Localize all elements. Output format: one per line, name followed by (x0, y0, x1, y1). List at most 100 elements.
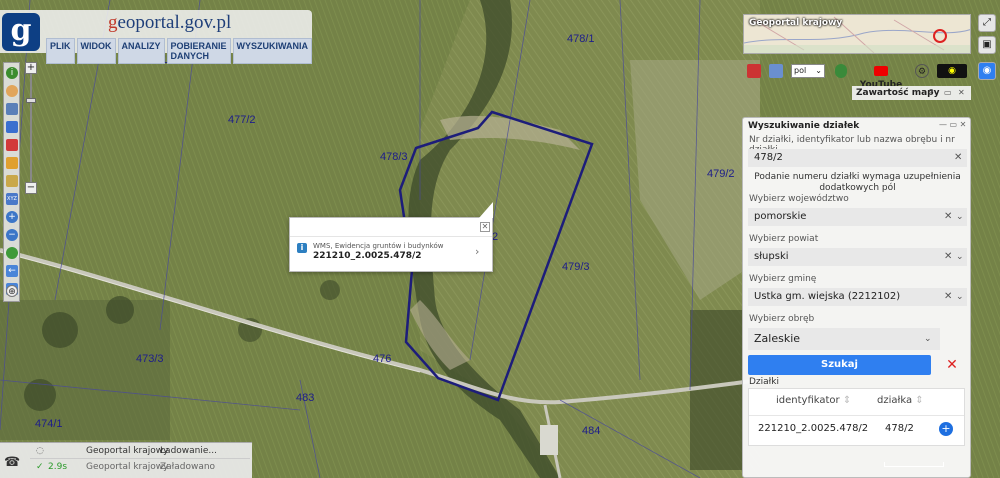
legend-icon[interactable] (6, 103, 18, 115)
site-title-prefix: g (108, 12, 118, 33)
panel-window-controls[interactable]: — ▭ ✕ (939, 120, 966, 129)
chevron-down-icon[interactable]: ⌄ (956, 248, 964, 266)
feature-info-popup: ✕ i WMS, Ewidencja gruntów i budynków 22… (289, 202, 493, 272)
parcel-id-input[interactable]: 478/2 ✕ (748, 149, 967, 167)
minimize-icon[interactable]: ▭ (944, 86, 952, 100)
measure-icon[interactable] (6, 175, 18, 187)
menu-wyszukiwania[interactable]: WYSZUKIWANIA (232, 38, 313, 64)
eye-icon[interactable]: ◉ (978, 62, 996, 80)
language-select[interactable]: pol ⌄ (791, 64, 825, 78)
site-title: geoportal.gov.pl (108, 12, 231, 34)
precinct-value: Zaleskie (754, 332, 801, 345)
popup-result-row[interactable]: i WMS, Ewidencja gruntów i budynków 2212… (290, 236, 492, 270)
parcel-label: 473/3 (136, 353, 164, 365)
status-source: Geoportal krajowy (86, 462, 169, 472)
sort-icon[interactable]: ⇕ (843, 395, 851, 406)
chevron-right-icon[interactable]: › (475, 245, 479, 258)
close-icon[interactable]: ✕ (480, 222, 490, 232)
right-button-column: ⤢ ▣ ◉ (978, 14, 996, 80)
municipality-select[interactable]: Ustka gm. wiejska (2212102) ✕ ⌄ (748, 288, 967, 306)
table-divider (749, 415, 964, 416)
clear-icon[interactable]: ✕ (944, 208, 952, 226)
zoom-out-icon[interactable]: − (6, 229, 18, 241)
map-contents-title: Zawartość mapy (856, 88, 940, 98)
menu-analizy[interactable]: ANALIZY (117, 38, 165, 64)
precinct-label: Wybierz obręb (749, 314, 815, 324)
map-contents-header[interactable]: Zawartość mapy ? ▭ ✕ (852, 86, 971, 100)
results-label: Działki (749, 377, 779, 387)
clear-icon[interactable]: ✕ (944, 248, 952, 266)
menu-plik[interactable]: PLIK (46, 38, 75, 64)
loading-status-panel: ☎ ◌ Geoportal krajowy Ładowanie... ✓ 2.9… (0, 442, 252, 478)
panel-title: Wyszukiwanie działek (748, 121, 860, 131)
pencil-icon[interactable] (6, 157, 18, 169)
geoportal-logo[interactable]: g (2, 13, 40, 51)
back-arrow-icon[interactable]: ← (6, 265, 18, 277)
window-icon[interactable]: ▣ (978, 36, 996, 54)
popup-value: 221210_2.0025.478/2 (313, 251, 422, 261)
results-table: identyfikator ⇕ działka ⇕ 221210_2.0025.… (748, 388, 965, 446)
hand-icon[interactable] (6, 85, 18, 97)
print-icon[interactable] (6, 139, 18, 151)
table-cell-identyfikator[interactable]: 221210_2.0025.478/2 (758, 423, 868, 434)
app-header: g geoportal.gov.pl PLIK WIDOK ANALIZY PO… (0, 10, 313, 64)
check-icon: ✓ (36, 462, 44, 472)
clear-icon[interactable]: ✕ (944, 288, 952, 306)
zoom-in-icon[interactable]: + (6, 211, 18, 223)
gear-icon[interactable]: ⚙ (915, 64, 929, 78)
search-button[interactable]: Szukaj (748, 355, 931, 375)
site-title-rest: eoportal.gov.pl (117, 12, 232, 33)
youtube-icon[interactable]: YouTube (855, 64, 907, 90)
image-icon[interactable] (769, 64, 783, 78)
parcel-label: 483 (296, 392, 315, 404)
table-cell-dzialka[interactable]: 478/2 (885, 423, 914, 434)
column-header-label: identyfikator (776, 395, 840, 406)
zoom-handle[interactable] (26, 98, 36, 103)
status-divider (30, 458, 250, 459)
xyz-icon[interactable]: XYZ (6, 193, 18, 205)
chevron-down-icon[interactable]: ⌄ (956, 288, 964, 306)
precinct-select[interactable]: Zaleskie ⌄ (748, 328, 940, 350)
language-value: pol (794, 66, 807, 75)
select-icon[interactable] (6, 121, 18, 133)
accessibility-icon[interactable]: ◉ (937, 64, 967, 78)
zoom-slider[interactable]: + − (25, 62, 37, 194)
parcel-label: 478/3 (380, 151, 408, 163)
status-state: Załadowano (160, 462, 216, 472)
zoom-minus-button[interactable]: − (25, 182, 37, 194)
column-header-identyfikator[interactable]: identyfikator ⇕ (776, 395, 851, 406)
zoom-track[interactable] (30, 74, 32, 184)
help-icon[interactable]: ? (929, 86, 934, 100)
voivodeship-select[interactable]: pomorskie ✕ ⌄ (748, 208, 967, 226)
globe-icon[interactable] (6, 247, 18, 259)
parcel-label: 478/1 (567, 33, 595, 45)
county-select[interactable]: słupski ✕ ⌄ (748, 248, 967, 266)
clear-icon[interactable]: ✕ (954, 149, 962, 167)
chevron-down-icon[interactable]: ⌄ (956, 208, 964, 226)
status-state: Ładowanie... (160, 446, 217, 456)
parcel-label: 474/1 (35, 418, 63, 430)
parcel-label: 479/3 (562, 261, 590, 273)
green-circle-icon[interactable] (835, 64, 847, 78)
parcel-search-panel: Wyszukiwanie działek — ▭ ✕ Nr działki, i… (742, 117, 971, 478)
add-icon[interactable]: + (939, 422, 953, 436)
sort-icon[interactable]: ⇕ (915, 395, 923, 406)
clear-search-icon[interactable]: ✕ (943, 356, 961, 374)
close-icon[interactable]: ✕ (958, 86, 965, 100)
column-header-dzialka[interactable]: działka ⇕ (877, 395, 924, 406)
compass-icon[interactable]: ⊕ (6, 285, 18, 297)
book-icon[interactable] (747, 64, 761, 78)
parcel-note: Podanie numeru działki wymaga uzupełnien… (754, 172, 961, 193)
toolbar-icons: pol ⌄ YouTube ⚙ ◉ (743, 62, 971, 90)
chevron-down-icon[interactable]: ⌄ (924, 328, 932, 350)
fullscreen-icon[interactable]: ⤢ (978, 14, 996, 32)
column-header-label: działka (877, 395, 913, 406)
menu-widok[interactable]: WIDOK (76, 38, 116, 64)
info-icon[interactable]: i (6, 67, 18, 79)
scale-bar (884, 462, 944, 467)
minimap-title: Geoportal krajowy (749, 18, 843, 28)
zoom-plus-button[interactable]: + (25, 62, 37, 74)
municipality-label: Wybierz gminę (749, 274, 817, 284)
overview-minimap[interactable]: Geoportal krajowy (743, 14, 971, 54)
menu-pobieranie-danych[interactable]: POBIERANIE DANYCH (166, 38, 231, 64)
